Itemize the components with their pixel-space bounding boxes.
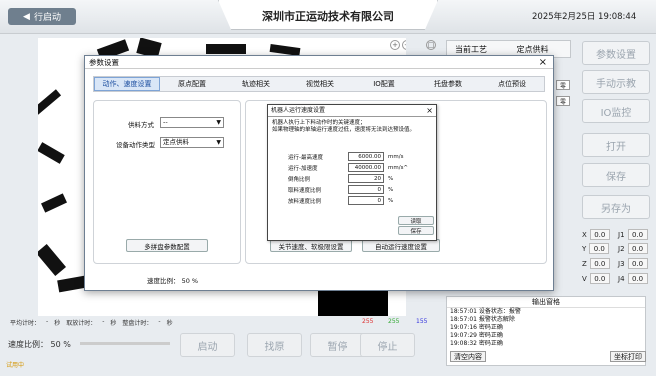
- process-value: 定点供料: [516, 44, 549, 54]
- settings-tabs: 动作、速度设置 原点配置 轨迹相关 视觉相关 IO配置 托盘参数 点位预设: [93, 76, 545, 92]
- param-row: 运行-加速度 40000.00 mm/s^: [288, 163, 409, 172]
- multi-tray-config-button[interactable]: 多拼盘参数配置: [126, 239, 208, 252]
- inner-desc: 机器人执行上下料动作时的关键速度；: [272, 120, 366, 126]
- play-icon: ◀: [23, 11, 30, 22]
- param-row: 运行-最高速度 6000.00 mm/s: [288, 152, 404, 161]
- pause-button[interactable]: 暂停: [310, 333, 365, 357]
- log-line: 19:07:29 密码正确: [450, 332, 503, 339]
- tab-trajectory[interactable]: 轨迹相关: [224, 77, 288, 91]
- part-shape: [38, 244, 67, 276]
- output-title: 输出窗格: [447, 297, 645, 308]
- inner-title: 机器人运行速度设置: [271, 107, 326, 114]
- coord-z: Z 0.0: [582, 258, 610, 269]
- feed-mode-select[interactable]: --: [160, 117, 224, 128]
- dialog-title-bar: 参数设置 ×: [85, 56, 553, 69]
- coord-j4: J4 0.0: [618, 273, 648, 284]
- process-label: 当前工艺: [455, 44, 487, 54]
- coord-print-button[interactable]: 坐标打印: [610, 351, 646, 362]
- param-row: 取料速度比例 0 %: [288, 185, 394, 194]
- save-button[interactable]: 保存: [582, 163, 650, 187]
- max-speed-input[interactable]: 6000.00: [348, 152, 384, 161]
- manual-teach-button[interactable]: 手动示教: [582, 70, 650, 94]
- log-line: 18:57:01 设备状态：报警: [450, 308, 521, 315]
- param-settings-button[interactable]: 参数设置: [582, 41, 650, 65]
- start-button[interactable]: 启动: [180, 333, 235, 357]
- tab-origin[interactable]: 原点配置: [160, 77, 224, 91]
- status-label: 试用中: [6, 362, 25, 369]
- tab-tray[interactable]: 托盘参数: [416, 77, 480, 91]
- io-monitor-button[interactable]: IO监控: [582, 99, 650, 123]
- part-shape: [41, 193, 67, 213]
- inner-desc: 如果物理轴的单轴运行速度过低，速度将无法到达预设值。: [272, 127, 416, 133]
- close-icon[interactable]: ×: [426, 105, 433, 117]
- left-settings-panel: 供料方式 -- 设备动作类型 定点供料 多拼盘参数配置: [93, 100, 241, 264]
- dialog-title: 参数设置: [89, 58, 119, 67]
- chamfer-ratio-input[interactable]: 20: [348, 174, 384, 183]
- open-button[interactable]: 打开: [582, 133, 650, 157]
- datetime: 2025年2月25日 19:08:44: [532, 12, 637, 22]
- part-shape: [38, 89, 62, 115]
- part-shape: [57, 275, 87, 293]
- fit-view-icon[interactable]: □: [426, 40, 436, 50]
- coord-y: Y 0.0: [582, 243, 610, 254]
- acceleration-input[interactable]: 40000.00: [348, 163, 384, 172]
- part-shape: [38, 142, 65, 164]
- zoom-in-icon[interactable]: +: [390, 40, 400, 50]
- action-type-label: 设备动作类型: [116, 141, 155, 149]
- param-row: 放料速度比例 0 %: [288, 196, 394, 205]
- read-button[interactable]: 读取: [398, 216, 434, 225]
- part-shape: [318, 288, 388, 316]
- param-row: 倒角比例 20 %: [288, 174, 394, 183]
- side-indicator: 零: [556, 96, 570, 106]
- inner-save-button[interactable]: 保存: [398, 226, 434, 235]
- company-title: 深圳市正运动技术有限公司: [262, 10, 394, 23]
- coord-j1: J1 0.0: [618, 229, 648, 240]
- counter-green: 255: [388, 318, 400, 325]
- home-button[interactable]: 找原: [247, 333, 302, 357]
- clear-log-button[interactable]: 清空内容: [450, 351, 486, 362]
- feed-mode-label: 供料方式: [128, 121, 154, 129]
- speed-ratio-label: 速度比例： 50 %: [8, 340, 71, 349]
- action-type-select[interactable]: 定点供料: [160, 137, 224, 148]
- counter-red: 255: [362, 318, 374, 325]
- speed-slider[interactable]: [80, 342, 170, 345]
- tab-vision[interactable]: 视觉相关: [288, 77, 352, 91]
- modal-speed-ratio: 速度比例： 50 %: [147, 277, 199, 285]
- zoom-out-icon[interactable]: −: [402, 40, 406, 50]
- coord-j2: J2 0.0: [618, 243, 648, 254]
- log-line: 19:08:32 密码正确: [450, 340, 503, 347]
- tab-points[interactable]: 点位预设: [480, 77, 544, 91]
- tab-io[interactable]: IO配置: [352, 77, 416, 91]
- counter-blue: 155: [416, 318, 428, 325]
- save-as-button[interactable]: 另存为: [582, 195, 650, 219]
- pick-speed-input[interactable]: 0: [348, 185, 384, 194]
- timing-stats: 平均计时： - 秒 取放计时： - 秒 整盘计时： - 秒: [10, 318, 173, 327]
- coord-j3: J3 0.0: [618, 258, 648, 269]
- inner-title-bar: 机器人运行速度设置 ×: [268, 105, 436, 117]
- robot-speed-dialog: 机器人运行速度设置 × 机器人执行上下料动作时的关键速度； 如果物理轴的单轴运行…: [267, 104, 437, 241]
- part-shape: [206, 44, 246, 54]
- tab-motion-speed[interactable]: 动作、速度设置: [94, 77, 160, 91]
- run-label: 行启动: [33, 13, 61, 23]
- param-settings-dialog: 参数设置 × 动作、速度设置 原点配置 轨迹相关 视觉相关 IO配置 托盘参数 …: [84, 55, 554, 291]
- side-indicator: 零: [556, 80, 570, 90]
- run-button[interactable]: ◀ 行启动: [8, 8, 76, 25]
- coord-v: V 0.0: [582, 273, 610, 284]
- stop-button[interactable]: 停止: [360, 333, 415, 357]
- log-line: 19:07:16 密码正确: [450, 324, 503, 331]
- place-speed-input[interactable]: 0: [348, 196, 384, 205]
- log-line: 18:57:01 报警状态解除: [450, 316, 515, 323]
- coord-x: X 0.0: [582, 229, 610, 240]
- close-icon[interactable]: ×: [539, 56, 547, 69]
